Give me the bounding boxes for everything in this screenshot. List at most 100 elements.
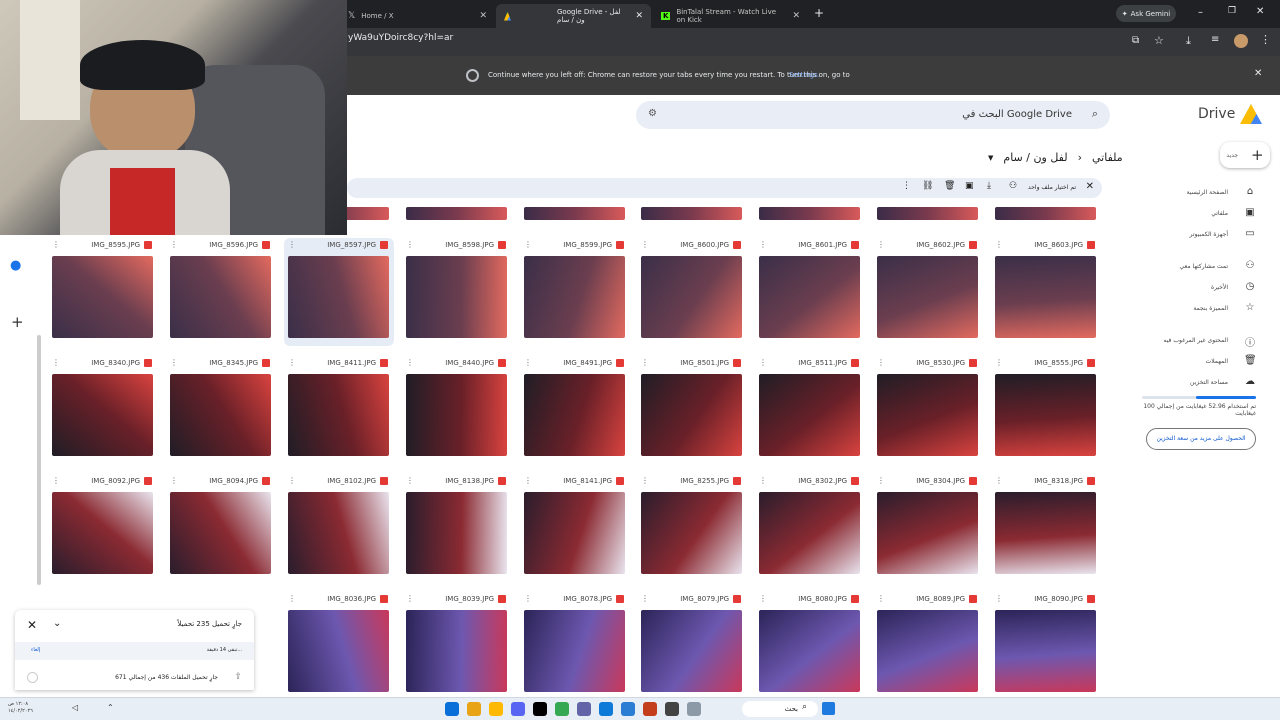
file-card[interactable]: ⋮ IMG_8089.JPG: [873, 592, 983, 700]
file-thumbnail[interactable]: [288, 610, 389, 692]
more-options-icon[interactable]: ⋮: [406, 476, 414, 485]
taskbar-app-icon[interactable]: [445, 702, 459, 716]
more-options-icon[interactable]: ⋮: [759, 594, 767, 603]
nav-item-label[interactable]: مساحة التخزين: [1190, 379, 1228, 386]
file-thumbnail[interactable]: [406, 374, 507, 456]
file-thumbnail[interactable]: [759, 374, 860, 456]
close-tab-icon[interactable]: ✕: [479, 11, 487, 21]
file-card[interactable]: ⋮ IMG_8530.JPG: [873, 356, 983, 464]
cancel-upload-link[interactable]: إلغاء: [31, 647, 40, 653]
file-thumbnail[interactable]: [524, 492, 625, 574]
file-card[interactable]: ⋮ IMG_8599.JPG: [520, 238, 630, 346]
taskbar-app-icon[interactable]: [555, 702, 569, 716]
file-thumbnail[interactable]: [877, 256, 978, 338]
file-card[interactable]: ⋮ IMG_8598.JPG: [402, 238, 512, 346]
tab-kick[interactable]: K BinTalal Stream - Watch Live on Kick ✕: [653, 4, 808, 28]
more-options-icon[interactable]: ⋮: [877, 594, 885, 603]
file-thumbnail[interactable]: [877, 610, 978, 692]
get-storage-button[interactable]: الحصول على مزيد من سعة التخزين: [1146, 428, 1256, 450]
trash-icon[interactable]: 🗑: [944, 181, 955, 191]
file-thumbnail[interactable]: [524, 610, 625, 692]
file-thumbnail[interactable]: [877, 492, 978, 574]
nav-item-label[interactable]: المحتوى غير المرغوب فيه: [1164, 337, 1228, 344]
more-options-icon[interactable]: ⋮: [288, 476, 296, 485]
bookmark-star-icon[interactable]: ☆: [1154, 34, 1164, 47]
file-card[interactable]: ⋮ IMG_8440.JPG: [402, 356, 512, 464]
more-options-icon[interactable]: ⋮: [288, 594, 296, 603]
nav-item-label[interactable]: أجهزة الكمبيوتر: [1190, 231, 1228, 238]
more-options-icon[interactable]: ⋮: [406, 358, 414, 367]
file-thumbnail[interactable]: [759, 492, 860, 574]
taskbar-app-icon[interactable]: [687, 702, 701, 716]
file-card[interactable]: ⋮ IMG_8491.JPG: [520, 356, 630, 464]
file-card[interactable]: ⋮ IMG_8501.JPG: [637, 356, 747, 464]
more-options-icon[interactable]: ⋮: [52, 358, 60, 367]
file-thumbnail-partial[interactable]: [524, 207, 625, 220]
drive-logo-text[interactable]: Drive: [1198, 106, 1235, 122]
close-window-button[interactable]: ✕: [1256, 6, 1264, 17]
file-card[interactable]: ⋮ IMG_8094.JPG: [166, 474, 276, 582]
more-options-icon[interactable]: ⋮: [288, 358, 296, 367]
file-thumbnail[interactable]: [641, 374, 742, 456]
person-icon[interactable]: ●: [10, 258, 21, 273]
file-thumbnail-partial[interactable]: [877, 207, 978, 220]
my-drive-icon[interactable]: ▣: [1244, 207, 1256, 219]
more-options-icon[interactable]: ⋮: [995, 240, 1003, 249]
file-card[interactable]: ⋮ IMG_8555.JPG: [991, 356, 1101, 464]
recent-icon[interactable]: ◷: [1244, 281, 1256, 293]
file-thumbnail[interactable]: [170, 374, 271, 456]
move-folder-icon[interactable]: ▣: [965, 181, 974, 191]
more-options-icon[interactable]: ⋮: [406, 240, 414, 249]
starred-icon[interactable]: ☆: [1244, 302, 1256, 314]
trash-icon[interactable]: 🗑: [1244, 355, 1257, 367]
more-options-icon[interactable]: ⋮: [524, 358, 532, 367]
file-card[interactable]: ⋮ IMG_8345.JPG: [166, 356, 276, 464]
more-options-icon[interactable]: ⋮: [524, 594, 532, 603]
file-thumbnail-partial[interactable]: [406, 207, 507, 220]
file-card[interactable]: ⋮ IMG_8080.JPG: [755, 592, 865, 700]
file-card[interactable]: ⋮ IMG_8597.JPG: [284, 238, 394, 346]
file-card[interactable]: ⋮ IMG_8138.JPG: [402, 474, 512, 582]
chrome-menu-icon[interactable]: ⋮: [1260, 33, 1271, 46]
taskbar-app-icon[interactable]: [599, 702, 613, 716]
computers-icon[interactable]: ▭: [1244, 228, 1256, 240]
taskbar-app-icon[interactable]: [467, 702, 481, 716]
file-card[interactable]: ⋮ IMG_8036.JPG: [284, 592, 394, 700]
spam-icon[interactable]: ⓘ: [1244, 334, 1256, 349]
download-icon[interactable]: ⤓: [1186, 34, 1191, 48]
breadcrumb-root[interactable]: ملفاتي: [1092, 151, 1123, 164]
collapse-icon[interactable]: ⌄: [53, 618, 61, 629]
minimize-button[interactable]: –: [1198, 7, 1203, 18]
file-card[interactable]: ⋮ IMG_8090.JPG: [991, 592, 1101, 700]
more-options-icon[interactable]: ⋮: [995, 358, 1003, 367]
file-thumbnail[interactable]: [995, 610, 1096, 692]
file-card[interactable]: ⋮ IMG_8511.JPG: [755, 356, 865, 464]
more-options-icon[interactable]: ⋮: [995, 476, 1003, 485]
home-icon[interactable]: ⌂: [1244, 186, 1256, 198]
search-input[interactable]: البحث في Google Drive: [962, 109, 1072, 120]
file-card[interactable]: ⋮ IMG_8601.JPG: [755, 238, 865, 346]
more-options-icon[interactable]: ⋮: [524, 476, 532, 485]
more-options-icon[interactable]: ⋮: [170, 476, 178, 485]
close-infobar-icon[interactable]: ✕: [1254, 68, 1262, 79]
file-thumbnail-partial[interactable]: [759, 207, 860, 220]
search-options-icon[interactable]: ⚙: [648, 108, 657, 119]
file-card[interactable]: ⋮ IMG_8318.JPG: [991, 474, 1101, 582]
more-options-icon[interactable]: ⋮: [641, 358, 649, 367]
file-thumbnail[interactable]: [52, 492, 153, 574]
file-thumbnail[interactable]: [995, 256, 1096, 338]
file-thumbnail[interactable]: [524, 374, 625, 456]
more-actions-icon[interactable]: ⋮: [902, 181, 911, 191]
more-options-icon[interactable]: ⋮: [759, 358, 767, 367]
file-thumbnail[interactable]: [170, 256, 271, 338]
maximize-button[interactable]: ❐: [1228, 6, 1236, 16]
file-thumbnail[interactable]: [52, 374, 153, 456]
file-thumbnail[interactable]: [170, 492, 271, 574]
nav-item-label[interactable]: الصفحة الرئيسية: [1187, 189, 1228, 196]
download-icon[interactable]: ⤓: [987, 181, 991, 191]
more-options-icon[interactable]: ⋮: [877, 240, 885, 249]
file-card[interactable]: ⋮ IMG_8078.JPG: [520, 592, 630, 700]
file-thumbnail[interactable]: [995, 492, 1096, 574]
nav-item-label[interactable]: المميزة بنجمة: [1193, 305, 1228, 312]
file-thumbnail[interactable]: [406, 256, 507, 338]
